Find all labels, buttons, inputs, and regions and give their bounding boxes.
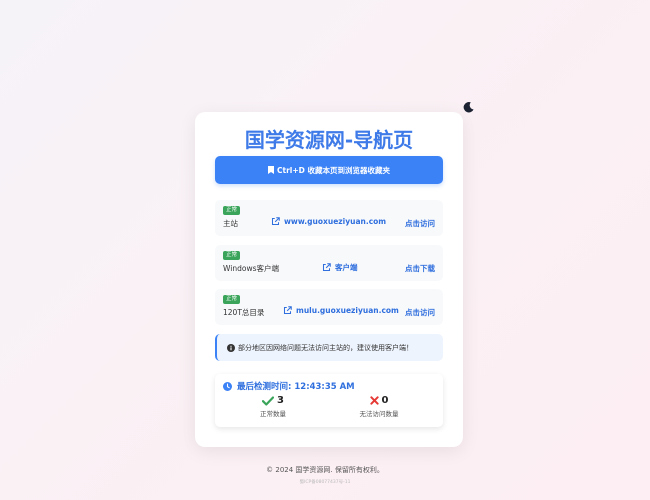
bookmark-icon xyxy=(268,166,274,174)
last-check: 最后检测时间: 12:43:35 AM xyxy=(223,380,355,392)
visit-link[interactable]: 点击访问 xyxy=(405,307,435,318)
navigation-card: 国学资源网-导航页 Ctrl+D 收藏本页到浏览器收藏夹 正常 主站 www.g… xyxy=(195,112,463,447)
external-link-icon xyxy=(283,306,292,315)
external-link-icon xyxy=(271,217,280,226)
download-link[interactable]: 点击下载 xyxy=(405,263,435,274)
status-panel: 最后检测时间: 12:43:35 AM 3 正常数量 0 无法访问数量 xyxy=(215,374,443,427)
info-circle-icon xyxy=(227,343,235,352)
bookmark-label: Ctrl+D 收藏本页到浏览器收藏夹 xyxy=(277,165,390,175)
page-title: 国学资源网-导航页 xyxy=(244,128,414,152)
site-name: 主站 xyxy=(223,219,238,228)
site-url: www.guoxueziyuan.com xyxy=(284,217,387,226)
site-item-client: 正常 Windows客户端 客户端 点击下载 xyxy=(215,245,443,281)
site-item-main: 正常 主站 www.guoxueziyuan.com 点击访问 xyxy=(215,200,443,236)
ok-count: 3 xyxy=(277,395,284,406)
visit-link[interactable]: 点击访问 xyxy=(405,218,435,229)
moon-icon xyxy=(463,101,474,112)
dark-mode-toggle[interactable] xyxy=(461,100,475,114)
clock-icon xyxy=(223,381,232,391)
footer-copyright: © 2024 国学资源网. 保留所有权利。 xyxy=(266,466,384,474)
site-link[interactable]: www.guoxueziyuan.com xyxy=(271,217,386,226)
site-link[interactable]: 客户端 xyxy=(322,262,358,273)
ok-stat: 3 正常数量 xyxy=(223,395,323,418)
fail-label: 无法访问数量 xyxy=(359,410,399,418)
x-icon xyxy=(369,396,379,405)
fail-stat: 0 无法访问数量 xyxy=(329,395,429,418)
site-item-catalog: 正常 120T总目录 mulu.guoxueziyuan.com 点击访问 xyxy=(215,289,443,325)
notice-banner: 部分地区因网络问题无法访问主站的，建议使用客户端！ xyxy=(215,334,443,361)
site-name: Windows客户端 xyxy=(223,264,279,273)
status-badge: 正常 xyxy=(223,295,241,304)
status-badge: 正常 xyxy=(223,251,241,260)
ok-label: 正常数量 xyxy=(260,410,286,418)
check-icon xyxy=(262,395,275,406)
status-badge: 正常 xyxy=(223,206,241,215)
site-name: 120T总目录 xyxy=(223,308,265,317)
notice-text: 部分地区因网络问题无法访问主站的，建议使用客户端！ xyxy=(238,343,413,352)
site-link[interactable]: mulu.guoxueziyuan.com xyxy=(283,306,399,315)
icp-license-link[interactable]: 蜀ICP备08077437号-11 xyxy=(0,479,650,485)
fail-count: 0 xyxy=(381,395,389,406)
site-url: 客户端 xyxy=(335,263,358,272)
bookmark-button[interactable]: Ctrl+D 收藏本页到浏览器收藏夹 xyxy=(215,156,443,184)
external-link-icon xyxy=(322,263,331,272)
site-url: mulu.guoxueziyuan.com xyxy=(296,306,399,315)
last-check-label: 最后检测时间: 12:43:35 AM xyxy=(237,382,355,392)
